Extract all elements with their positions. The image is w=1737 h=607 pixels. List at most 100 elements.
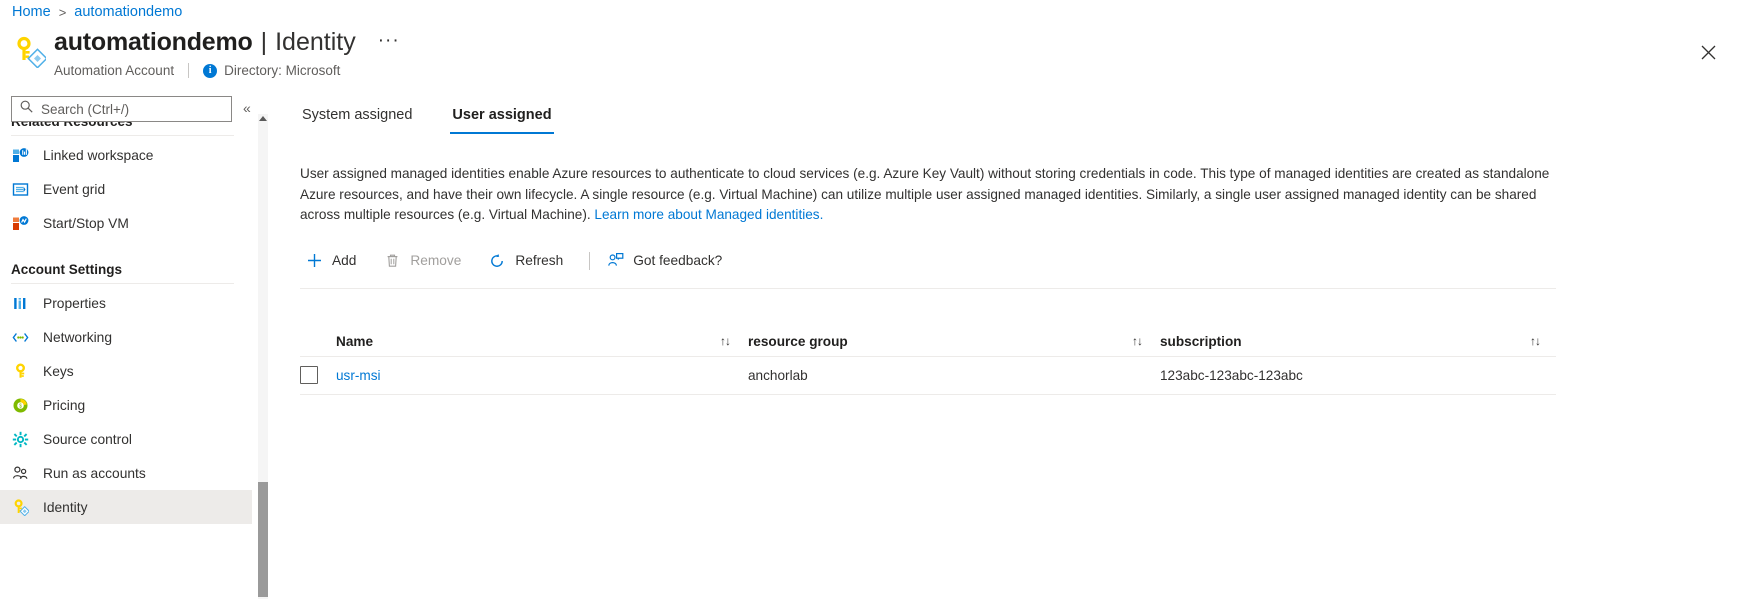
source-control-icon <box>11 430 29 448</box>
refresh-icon <box>487 251 507 271</box>
breadcrumb: Home > automationdemo <box>12 0 182 24</box>
column-header-subscription-label: subscription <box>1160 333 1242 349</box>
description-text: User assigned managed identities enable … <box>300 164 1556 226</box>
sidebar-section-rule <box>11 283 234 284</box>
page-title-section: Identity <box>275 28 356 56</box>
column-header-subscription[interactable]: subscription ↑↓ <box>1160 334 1556 349</box>
sidebar-item-pricing[interactable]: $ Pricing <box>0 388 252 422</box>
sidebar-scrollbar-thumb[interactable] <box>258 482 268 597</box>
identity-tabs: System assigned User assigned <box>300 100 1737 134</box>
sidebar-item-label: Pricing <box>43 397 86 413</box>
properties-icon <box>11 294 29 312</box>
page-header: automationdemo | Identity ··· Automation… <box>0 26 1737 88</box>
more-options-button[interactable]: ··· <box>378 31 400 50</box>
info-icon: i <box>203 63 218 78</box>
row-checkbox[interactable] <box>300 366 318 384</box>
page-title-resource: automationdemo <box>54 28 253 56</box>
cell-resource-group: anchorlab <box>748 368 1160 383</box>
run-as-accounts-icon <box>11 464 29 482</box>
feedback-person-icon <box>605 251 625 271</box>
search-icon <box>20 100 33 118</box>
collapse-sidebar-button[interactable]: « <box>243 100 251 116</box>
scroll-up-arrow-icon[interactable] <box>259 116 267 121</box>
page-title: automationdemo | Identity ··· <box>54 28 400 57</box>
column-header-name-label: Name <box>336 333 374 349</box>
search-box[interactable] <box>11 96 232 122</box>
networking-icon <box>11 328 29 346</box>
sidebar-item-properties[interactable]: Properties <box>0 286 252 320</box>
sidebar-item-label: Networking <box>43 329 113 345</box>
sidebar-item-label: Keys <box>43 363 74 379</box>
resource-group-value: anchorlab <box>748 367 808 383</box>
start-stop-vm-icon <box>11 214 29 232</box>
description-body: User assigned managed identities enable … <box>300 166 1550 222</box>
add-button[interactable]: Add <box>300 246 368 276</box>
keys-icon <box>11 362 29 380</box>
subscription-value: 123abc-123abc-123abc <box>1160 367 1303 383</box>
sidebar-item-networking[interactable]: Networking <box>0 320 252 354</box>
breadcrumb-separator: > <box>58 4 67 20</box>
remove-button[interactable]: Remove <box>378 246 473 276</box>
cell-subscription: 123abc-123abc-123abc <box>1160 368 1556 383</box>
resource-type-label: Automation Account <box>54 63 175 78</box>
column-header-resource-group[interactable]: resource group ↑↓ <box>748 334 1160 349</box>
sidebar-item-keys[interactable]: Keys <box>0 354 252 388</box>
sidebar-item-label: Run as accounts <box>43 465 146 481</box>
event-grid-icon <box>11 180 29 198</box>
key-identity-icon <box>12 34 48 69</box>
page-title-pipe: | <box>260 28 268 56</box>
sidebar-item-label: Identity <box>43 499 88 515</box>
sidebar-item-label: Linked workspace <box>43 147 154 163</box>
subtitle-divider <box>188 63 190 78</box>
pricing-icon: $ <box>11 396 29 414</box>
identity-name-link[interactable]: usr-msi <box>336 368 381 383</box>
sidebar-item-label: Source control <box>43 431 132 447</box>
sidebar-section-title-account-settings: Account Settings <box>11 262 123 277</box>
refresh-button-label: Refresh <box>515 253 564 268</box>
sidebar-item-run-as-accounts[interactable]: Run as accounts <box>0 456 252 490</box>
search-input[interactable] <box>39 100 231 118</box>
toolbar-separator <box>589 251 591 270</box>
sort-arrows-icon[interactable]: ↑↓ <box>1530 334 1541 348</box>
sidebar-item-label: Event grid <box>43 181 106 197</box>
breadcrumb-current[interactable]: automationdemo <box>74 4 182 20</box>
table-row[interactable]: usr-msi anchorlab 123abc-123abc-123abc <box>300 357 1556 395</box>
sort-arrows-icon[interactable]: ↑↓ <box>720 334 731 348</box>
row-select-cell <box>300 366 336 384</box>
plus-icon <box>304 251 324 271</box>
sort-arrows-icon[interactable]: ↑↓ <box>1132 334 1143 348</box>
toolbar-rule <box>300 287 1556 289</box>
column-header-name[interactable]: Name ↑↓ <box>336 334 748 349</box>
close-icon[interactable] <box>1695 39 1721 65</box>
add-button-label: Add <box>332 253 357 268</box>
got-feedback-button[interactable]: Got feedback? <box>601 246 734 276</box>
tab-system-assigned[interactable]: System assigned <box>300 107 414 134</box>
sidebar-item-label: Start/Stop VM <box>43 215 129 231</box>
sidebar-section-rule <box>11 135 234 136</box>
learn-more-link[interactable]: Learn more about Managed identities. <box>594 207 823 222</box>
svg-text:$: $ <box>19 403 22 409</box>
main-content: System assigned User assigned User assig… <box>300 100 1737 395</box>
tab-user-assigned[interactable]: User assigned <box>450 107 554 134</box>
trash-icon <box>382 251 402 271</box>
sidebar-item-event-grid[interactable]: Event grid <box>0 172 252 206</box>
linked-workspace-icon <box>11 146 29 164</box>
sidebar-item-start-stop-vm[interactable]: Start/Stop VM <box>0 206 252 240</box>
sidebar: « Related Resources Linked workspace Eve… <box>0 92 268 607</box>
cell-name: usr-msi <box>336 368 748 383</box>
sidebar-item-identity[interactable]: Identity <box>0 490 252 524</box>
sidebar-item-linked-workspace[interactable]: Linked workspace <box>0 138 252 172</box>
refresh-button[interactable]: Refresh <box>483 246 575 276</box>
command-toolbar: Add Remove Refresh Got feedback? <box>300 245 1737 277</box>
breadcrumb-home[interactable]: Home <box>12 4 51 20</box>
column-header-resource-group-label: resource group <box>748 333 848 349</box>
sidebar-item-source-control[interactable]: Source control <box>0 422 252 456</box>
sidebar-item-label: Properties <box>43 295 106 311</box>
got-feedback-button-label: Got feedback? <box>633 253 723 268</box>
table-header-row: Name ↑↓ resource group ↑↓ subscription ↑… <box>300 327 1556 357</box>
page-subtitle: Automation Account i Directory: Microsof… <box>54 63 340 78</box>
directory-label: Directory: Microsoft <box>224 63 341 78</box>
remove-button-label: Remove <box>410 253 462 268</box>
user-assigned-identities-table: Name ↑↓ resource group ↑↓ subscription ↑… <box>300 327 1556 395</box>
identity-icon <box>11 498 29 516</box>
